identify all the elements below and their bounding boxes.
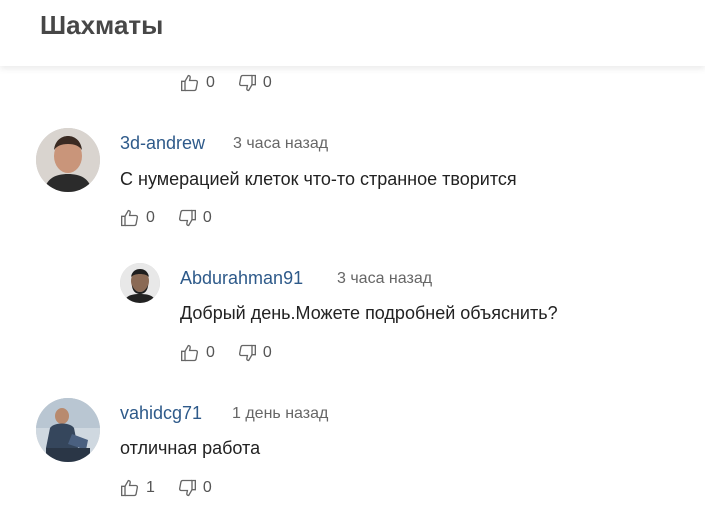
comment-author[interactable]: 3d-andrew (120, 133, 205, 154)
dislike-button[interactable]: 0 (177, 478, 212, 498)
comment-actions: 1 0 (120, 478, 234, 498)
page-header: Шахматы (0, 0, 705, 66)
dislike-count: 0 (202, 479, 212, 496)
dislike-button[interactable]: 0 (177, 208, 212, 228)
thumbs-up-icon (181, 74, 199, 92)
like-count: 1 (146, 479, 155, 496)
dislike-count: 0 (202, 209, 212, 226)
like-count: 0 (206, 344, 215, 361)
comment-text: отличная работа (120, 438, 261, 458)
like-button[interactable]: 1 (120, 478, 155, 498)
avatar[interactable] (36, 398, 100, 462)
dislike-button[interactable]: 0 (237, 343, 272, 363)
thumbs-up-icon (121, 209, 139, 227)
user-photo-icon (36, 128, 100, 192)
avatar[interactable] (36, 128, 100, 192)
page-title: Шахматы (40, 10, 164, 40)
like-count: 0 (146, 209, 155, 226)
like-button[interactable]: 0 (180, 343, 215, 363)
comment-author[interactable]: vahidcg71 (120, 403, 202, 424)
comment-actions: 0 0 (180, 343, 294, 363)
thumbs-down-icon (238, 74, 256, 92)
like-button[interactable]: 0 (120, 208, 155, 228)
thumbs-down-icon (178, 479, 196, 497)
dislike-count: 0 (262, 344, 272, 361)
thumbs-down-icon (178, 209, 196, 227)
user-photo-icon (36, 398, 100, 462)
comment-actions: 0 0 (180, 73, 294, 93)
dislike-button[interactable]: 0 (237, 73, 272, 93)
comment-text: С нумерацией клеток что-то странное твор… (120, 169, 517, 189)
comment-time: 3 часа назад (233, 135, 329, 152)
user-photo-icon (120, 263, 160, 303)
comment-text: Добрый день.Можете подробней объяснить? (180, 303, 558, 323)
thumbs-down-icon (238, 344, 256, 362)
thumbs-up-icon (181, 344, 199, 362)
avatar[interactable] (120, 263, 160, 303)
comment-time: 3 часа назад (337, 270, 433, 287)
dislike-count: 0 (262, 74, 272, 91)
comment-author[interactable]: Abdurahman91 (180, 268, 303, 289)
like-button[interactable]: 0 (180, 73, 215, 93)
comment-time: 1 день назад (232, 405, 329, 422)
thumbs-up-icon (121, 479, 139, 497)
comment-actions: 0 0 (120, 208, 234, 228)
like-count: 0 (206, 74, 215, 91)
